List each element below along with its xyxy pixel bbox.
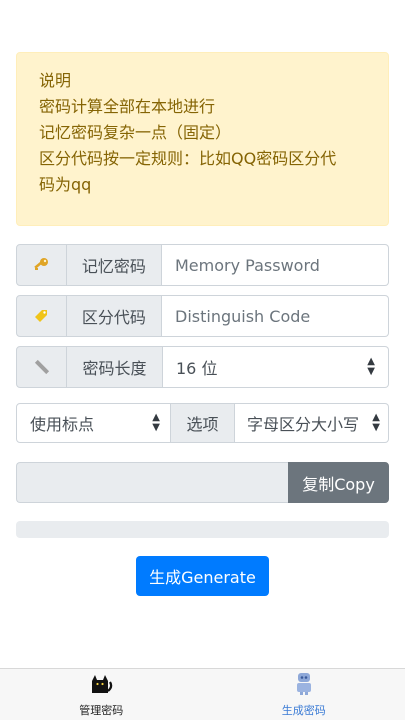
tab-generate-label: 生成密码 [281, 704, 326, 717]
notice-line-3: 区分代码按一定规则：比如QQ密码区分代 [39, 149, 337, 168]
select-caret-icon: ▲ ▼ [372, 412, 380, 433]
tab-manage-label: 管理密码 [79, 704, 124, 717]
tab-generate-password[interactable]: 生成密码 [203, 669, 405, 720]
distinguish-code-group: 区分代码 [16, 295, 389, 337]
copy-button[interactable]: 复制Copy [288, 462, 389, 503]
tag-icon [16, 295, 67, 337]
key-icon [16, 244, 67, 286]
select-caret-icon: ▲ ▼ [152, 412, 160, 433]
robot-icon [293, 671, 315, 699]
tab-manage-password[interactable]: 管理密码 [0, 669, 203, 720]
password-length-value: 16 位 [176, 359, 218, 378]
info-notice: 说明 密码计算全部在本地进行 记忆密码复杂一点（固定） 区分代码按一定规则：比如… [16, 52, 389, 226]
options-label: 选项 [171, 403, 235, 443]
memory-password-label: 记忆密码 [66, 244, 162, 286]
strength-progress-bar [16, 521, 389, 538]
case-option-value: 字母区分大小写 [247, 415, 360, 434]
options-group: 使用标点 ▲ ▼ 选项 字母区分大小写 ▲ ▼ [16, 403, 389, 443]
bottom-tab-bar: 管理密码 生成密码 [0, 668, 405, 720]
password-length-group: 密码长度 16 位 ▲ ▼ [16, 346, 389, 388]
memory-password-input[interactable] [162, 244, 389, 286]
select-caret-icon: ▲ ▼ [367, 356, 375, 377]
distinguish-code-input[interactable] [162, 295, 389, 337]
distinguish-code-label: 区分代码 [66, 295, 162, 337]
generated-password-output[interactable] [16, 462, 288, 503]
notice-line-4: 码为qq [39, 175, 92, 194]
punctuation-value: 使用标点 [30, 415, 95, 434]
memory-password-group: 记忆密码 [16, 244, 389, 286]
password-length-select[interactable]: 16 位 ▲ ▼ [163, 346, 389, 388]
generate-button[interactable]: 生成Generate [136, 556, 269, 596]
password-length-label: 密码长度 [67, 346, 163, 388]
case-option-select[interactable]: 字母区分大小写 ▲ ▼ [235, 403, 389, 443]
ruler-icon [16, 346, 67, 388]
output-group: 复制Copy [16, 462, 389, 503]
punctuation-select[interactable]: 使用标点 ▲ ▼ [16, 403, 171, 443]
cat-icon [88, 671, 114, 699]
notice-line-1: 密码计算全部在本地进行 [39, 97, 216, 116]
notice-line-2: 记忆密码复杂一点（固定） [39, 123, 232, 142]
notice-title: 说明 [39, 71, 72, 90]
